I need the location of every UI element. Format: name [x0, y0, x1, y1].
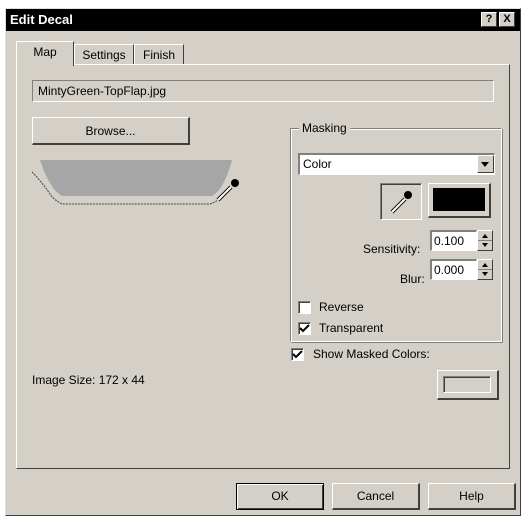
ok-button[interactable]: OK — [236, 483, 324, 510]
blur-spinner[interactable] — [477, 259, 493, 280]
masked-colors-button[interactable] — [437, 370, 499, 400]
edit-decal-dialog: Edit Decal ? X Map Settings Finish Minty… — [5, 8, 521, 516]
filename-text: MintyGreen-TopFlap.jpg — [38, 84, 167, 98]
sensitivity-spinner[interactable] — [477, 230, 493, 251]
browse-button-label: Browse... — [85, 124, 136, 138]
tab-settings[interactable]: Settings — [74, 44, 134, 66]
eyedropper-button[interactable] — [380, 183, 422, 220]
image-size-label: Image Size: 172 x 44 — [32, 373, 145, 387]
masked-colors-swatch — [443, 376, 491, 393]
checkmark-icon — [299, 324, 310, 333]
masking-group-label: Masking — [299, 121, 350, 135]
blur-value: 0.000 — [434, 263, 465, 277]
decal-shape — [32, 160, 238, 212]
close-title-button[interactable]: X — [499, 12, 515, 27]
blur-input[interactable]: 0.000 — [430, 259, 477, 280]
window-title: Edit Decal — [10, 12, 73, 27]
blur-label: Blur: — [400, 272, 425, 286]
help-button[interactable]: Help — [428, 483, 516, 510]
tab-settings-label: Settings — [82, 48, 126, 62]
mask-color-swatch — [433, 188, 485, 211]
spin-up-down-icon — [478, 263, 492, 276]
eyedropper-icon — [390, 191, 412, 214]
tab-finish[interactable]: Finish — [134, 44, 184, 66]
chevron-down-icon[interactable] — [477, 155, 494, 173]
sensitivity-label: Sensitivity: — [363, 242, 421, 256]
transparent-checkbox[interactable] — [298, 322, 311, 335]
cancel-button[interactable]: Cancel — [332, 483, 420, 510]
map-tab-panel: MintyGreen-TopFlap.jpg Browse... Image S… — [16, 64, 510, 469]
mask-color-button[interactable] — [428, 183, 491, 218]
decal-preview-image — [32, 160, 238, 212]
help-button-label: Help — [459, 489, 484, 503]
tab-map[interactable]: Map — [16, 41, 74, 66]
filename-field: MintyGreen-TopFlap.jpg — [32, 80, 494, 102]
tab-map-label: Map — [33, 45, 57, 59]
eyedropper-cursor-icon — [216, 179, 239, 202]
ok-button-label: OK — [271, 489, 289, 503]
tab-finish-label: Finish — [142, 48, 175, 62]
show-masked-colors-checkbox[interactable] — [291, 348, 304, 361]
show-masked-colors-label: Show Masked Colors: — [313, 347, 430, 361]
help-title-button[interactable]: ? — [481, 12, 497, 27]
masking-mode-select[interactable]: Color — [298, 153, 495, 175]
reverse-checkbox[interactable] — [298, 301, 311, 314]
checkmark-icon — [292, 350, 303, 359]
spin-up-down-icon — [478, 234, 492, 247]
reverse-label: Reverse — [319, 300, 364, 314]
browse-button[interactable]: Browse... — [32, 117, 190, 145]
transparent-label: Transparent — [319, 321, 384, 335]
sensitivity-input[interactable]: 0.100 — [430, 230, 477, 251]
cancel-button-label: Cancel — [356, 489, 395, 503]
masking-mode-value: Color — [303, 157, 332, 171]
sensitivity-value: 0.100 — [434, 234, 465, 248]
title-bar[interactable]: Edit Decal ? X — [6, 9, 520, 31]
